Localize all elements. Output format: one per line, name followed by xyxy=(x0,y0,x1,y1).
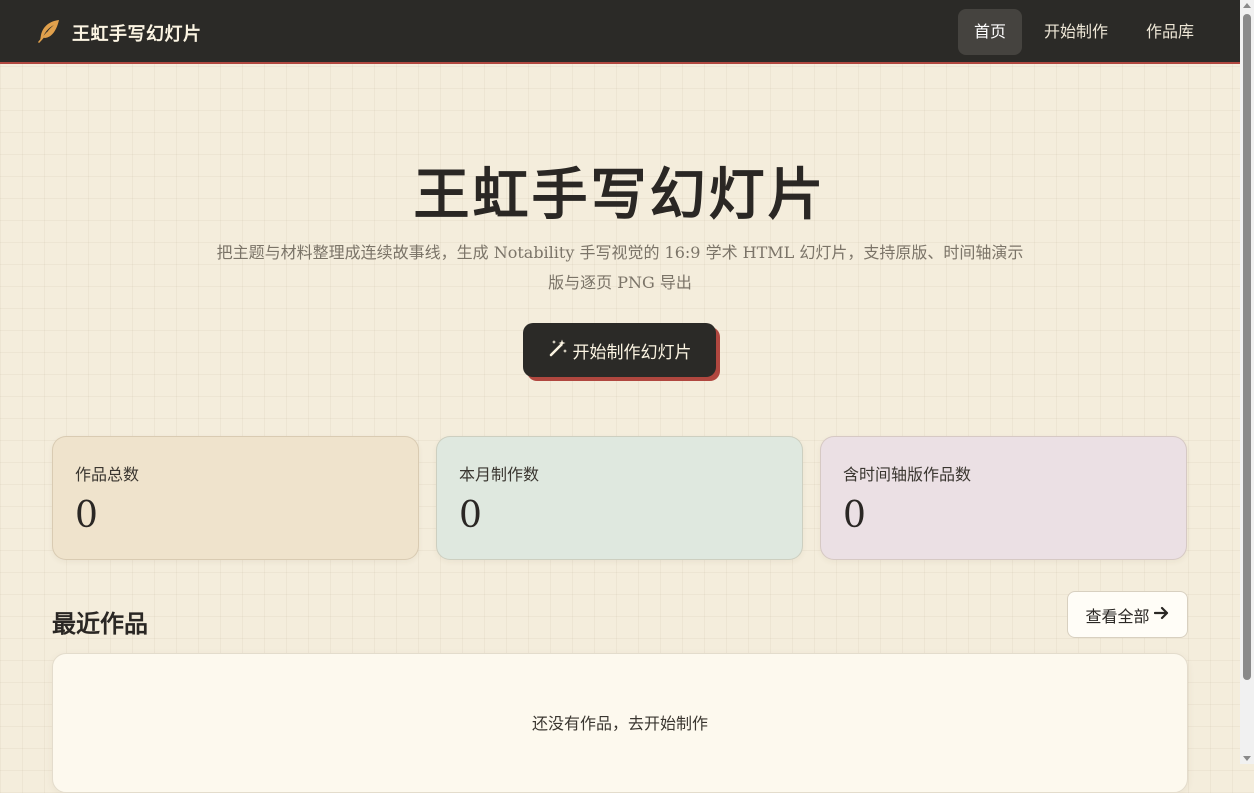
top-navbar: 王虹手写幻灯片 首页 开始制作 作品库 xyxy=(0,0,1240,64)
brand[interactable]: 王虹手写幻灯片 xyxy=(36,18,202,48)
stat-value: 0 xyxy=(459,495,482,536)
stat-label: 含时间轴版作品数 xyxy=(843,465,972,484)
hero-subtitle: 把主题与材料整理成连续故事线，生成 Notability 手写视觉的 16:9 … xyxy=(216,243,1024,292)
scroll-thumb[interactable] xyxy=(1243,14,1251,680)
hero-title: 王虹手写幻灯片 xyxy=(413,162,827,228)
stat-label: 作品总数 xyxy=(75,465,140,484)
start-create-button[interactable]: 开始制作幻灯片 xyxy=(523,323,716,377)
magic-wand-icon xyxy=(548,338,568,363)
main-nav: 首页 开始制作 作品库 xyxy=(952,9,1210,55)
view-all-label: 查看全部 xyxy=(1085,606,1150,626)
empty-state-text[interactable]: 还没有作品，去开始制作 xyxy=(53,710,1187,734)
stat-label: 本月制作数 xyxy=(459,465,540,484)
scroll-up-icon[interactable] xyxy=(1243,3,1251,8)
page-scrollbar[interactable] xyxy=(1240,0,1254,764)
feather-icon xyxy=(36,18,62,48)
nav-create[interactable]: 开始制作 xyxy=(1028,9,1124,55)
arrow-right-icon xyxy=(1150,605,1170,624)
nav-gallery[interactable]: 作品库 xyxy=(1130,9,1210,55)
nav-home[interactable]: 首页 xyxy=(957,9,1022,55)
start-create-label: 开始制作幻灯片 xyxy=(572,342,692,363)
stat-card-month: 本月制作数 0 xyxy=(436,436,803,560)
scroll-down-icon[interactable] xyxy=(1243,756,1251,761)
stat-value: 0 xyxy=(843,495,866,536)
recent-works-title: 最近作品 xyxy=(52,609,148,638)
view-all-button[interactable]: 查看全部 xyxy=(1067,591,1188,638)
recent-works-empty: 还没有作品，去开始制作 xyxy=(52,653,1188,793)
stat-value: 0 xyxy=(75,495,98,536)
brand-name: 王虹手写幻灯片 xyxy=(72,24,202,45)
stat-card-total: 作品总数 0 xyxy=(52,436,419,560)
stat-card-timeline: 含时间轴版作品数 0 xyxy=(820,436,1187,560)
